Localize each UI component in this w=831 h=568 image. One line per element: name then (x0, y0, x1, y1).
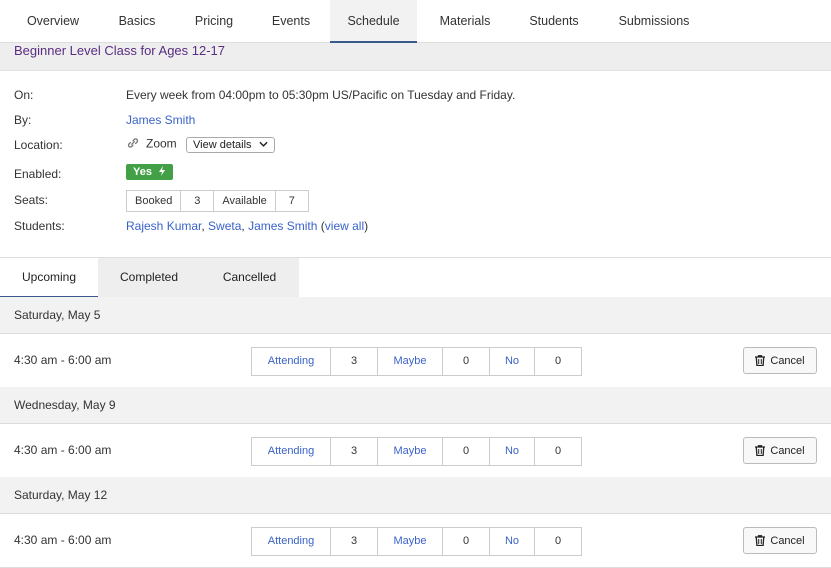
location-name: Zoom (146, 136, 177, 151)
view-details-dropdown[interactable]: View details (186, 136, 275, 153)
session-time: 4:30 am - 6:00 am (14, 533, 112, 547)
no-button[interactable]: No (490, 438, 535, 465)
maybe-count: 0 (443, 348, 490, 375)
cancel-button[interactable]: Cancel (743, 437, 817, 464)
maybe-button[interactable]: Maybe (378, 438, 443, 465)
no-count: 0 (554, 535, 562, 547)
tab-schedule[interactable]: Schedule (330, 0, 417, 43)
cancel-button[interactable]: Cancel (743, 347, 817, 374)
maybe-button[interactable]: Maybe (378, 348, 443, 375)
seats-label: Seats: (14, 193, 49, 207)
chevron-down-icon (258, 141, 268, 147)
view-all-link[interactable]: view all (325, 219, 364, 233)
rsvp-counts: Attending 3 Maybe 0 No 0 (251, 347, 582, 376)
session-date: Saturday, May 5 (14, 308, 101, 322)
cancel-button[interactable]: Cancel (743, 527, 817, 554)
tab-pricing[interactable]: Pricing (182, 0, 246, 42)
student-link[interactable]: Rajesh Kumar (126, 219, 201, 233)
no-count: 0 (554, 355, 562, 367)
students-label: Students: (14, 219, 65, 233)
rsvp-counts: Attending 3 Maybe 0 No 0 (251, 527, 582, 556)
no-count: 0 (554, 445, 562, 457)
tab-upcoming[interactable]: Upcoming (0, 258, 98, 298)
enabled-label: Enabled: (14, 167, 62, 181)
session-row: 4:30 am - 6:00 am Attending 3 Maybe 0 No… (0, 514, 831, 568)
title-bar: Beginner Level Class for Ages 12-17 (0, 43, 831, 71)
attending-button[interactable]: Attending (252, 438, 331, 465)
lightning-icon (159, 166, 166, 176)
trash-icon (755, 445, 766, 456)
page-title: Beginner Level Class for Ages 12-17 (14, 43, 226, 58)
view-details-label: View details (193, 138, 252, 151)
link-icon (126, 136, 140, 153)
enabled-badge-label: Yes (133, 166, 152, 178)
session-date: Saturday, May 12 (14, 488, 108, 502)
date-header: Saturday, May 5 (0, 297, 831, 334)
seats-booked-label: Booked (127, 191, 182, 211)
tab-submissions[interactable]: Submissions (606, 0, 702, 42)
seats-booked-count: 3 (181, 191, 215, 211)
attending-count: 3 (331, 528, 378, 555)
session-time: 4:30 am - 6:00 am (14, 443, 112, 457)
student-link[interactable]: James Smith (248, 219, 317, 233)
session-time: 4:30 am - 6:00 am (14, 353, 112, 367)
cancel-label: Cancel (770, 444, 805, 457)
maybe-count: 0 (443, 438, 490, 465)
cancel-label: Cancel (770, 534, 805, 547)
on-value: Every week from 04:00pm to 05:30pm US/Pa… (126, 88, 516, 102)
no-button[interactable]: No (490, 528, 535, 555)
session-row: 4:30 am - 6:00 am Attending 3 Maybe 0 No… (0, 424, 831, 478)
session-date: Wednesday, May 9 (14, 398, 116, 412)
main-tabs: Overview Basics Pricing Events Schedule … (0, 0, 831, 43)
attending-button[interactable]: Attending (252, 528, 331, 555)
maybe-button[interactable]: Maybe (378, 528, 443, 555)
seats-available-count: 7 (288, 195, 295, 207)
maybe-count: 0 (443, 528, 490, 555)
student-link[interactable]: Sweta (208, 219, 241, 233)
tab-completed[interactable]: Completed (98, 258, 200, 297)
enabled-badge[interactable]: Yes (126, 164, 174, 180)
instructor-link[interactable]: James Smith (126, 113, 195, 127)
tab-cancelled[interactable]: Cancelled (200, 258, 299, 297)
date-header: Wednesday, May 9 (0, 387, 831, 424)
trash-icon (755, 355, 766, 366)
session-tabs: Upcoming Completed Cancelled (0, 257, 831, 298)
tab-materials[interactable]: Materials (425, 0, 505, 42)
on-label: On: (14, 88, 34, 102)
trash-icon (755, 535, 766, 546)
seats-box: Booked 3 Available 7 (126, 190, 309, 212)
attending-count: 3 (331, 348, 378, 375)
attending-count: 3 (331, 438, 378, 465)
by-label: By: (14, 113, 32, 127)
location-value: Zoom View details (126, 136, 275, 153)
rsvp-counts: Attending 3 Maybe 0 No 0 (251, 437, 582, 466)
location-label: Location: (14, 138, 63, 152)
date-header: Saturday, May 12 (0, 477, 831, 514)
attending-button[interactable]: Attending (252, 348, 331, 375)
cancel-label: Cancel (770, 354, 805, 367)
tab-overview[interactable]: Overview (14, 0, 92, 42)
no-button[interactable]: No (490, 348, 535, 375)
seats-available-label: Available (214, 191, 276, 211)
tab-students[interactable]: Students (515, 0, 593, 42)
session-row: 4:30 am - 6:00 am Attending 3 Maybe 0 No… (0, 334, 831, 388)
tab-basics[interactable]: Basics (105, 0, 169, 42)
students-list: Rajesh Kumar, Sweta, James Smith (view a… (126, 219, 369, 233)
tab-events[interactable]: Events (258, 0, 324, 42)
enabled-value: Yes (126, 164, 174, 180)
